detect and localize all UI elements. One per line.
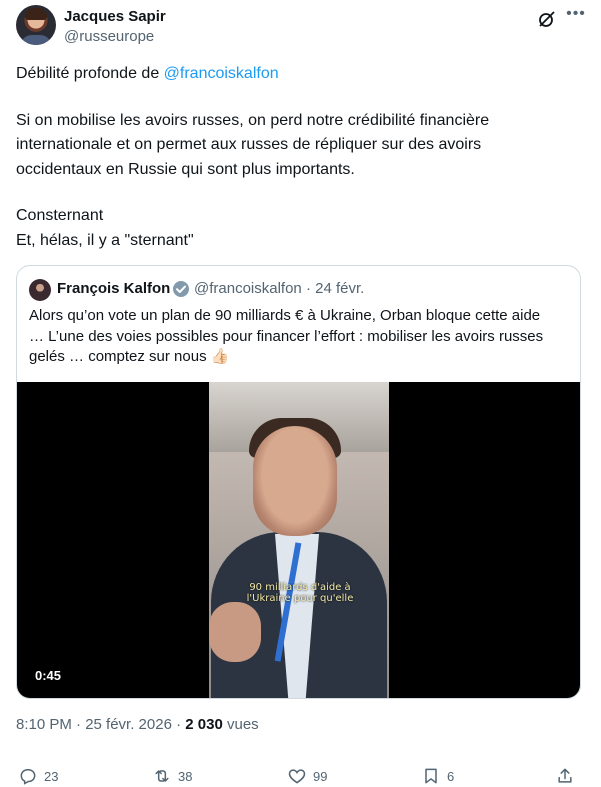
- reply-count: 23: [44, 768, 59, 784]
- quoted-author-name[interactable]: François Kalfon: [57, 280, 170, 297]
- bookmark-icon: [425, 768, 437, 784]
- tweet-text-prefix: Débilité profonde de: [16, 65, 164, 82]
- share-button[interactable]: [555, 764, 575, 787]
- share-icon: [558, 768, 572, 783]
- reply-icon: [20, 769, 36, 785]
- video-caption: 90 milliards d'aide à l'Ukraine pour qu'…: [246, 582, 354, 604]
- verified-badge-icon: [173, 281, 189, 297]
- video-player[interactable]: 90 milliards d'aide à l'Ukraine pour qu'…: [17, 382, 580, 698]
- like-count: 99: [313, 768, 328, 784]
- more-icon[interactable]: •••: [565, 6, 587, 28]
- action-bar: 23 38 99 6: [0, 764, 601, 787]
- tweet-line-1: Débilité profonde de @francoiskalfon: [16, 62, 581, 87]
- quoted-handle-date[interactable]: @francoiskalfon · 24 févr.: [194, 280, 364, 297]
- mention-link[interactable]: @francoiskalfon: [164, 65, 279, 82]
- repost-count: 38: [178, 768, 193, 784]
- video-frame: [209, 382, 389, 698]
- author-avatar[interactable]: [16, 5, 56, 45]
- heart-icon: [288, 769, 306, 784]
- views-label: vues: [222, 716, 259, 733]
- quoted-tweet[interactable]: François Kalfon @francoiskalfon · 24 fév…: [16, 265, 581, 699]
- author-handle[interactable]: @russeurope: [64, 28, 154, 45]
- tweet-paragraph-2: Si on mobilise les avoirs russes, on per…: [16, 111, 490, 178]
- quoted-author-avatar[interactable]: [29, 279, 51, 301]
- tweet-header: Jacques Sapir @russeurope •••: [16, 5, 586, 49]
- bookmark-count: 6: [447, 768, 455, 784]
- tweet-paragraph-3: Consternant Et, hélas, il y a "sternant": [16, 207, 194, 249]
- timestamp[interactable]: 8:10 PM · 25 févr. 2026 ·: [16, 716, 185, 733]
- repost-icon: [155, 770, 169, 782]
- grok-icon[interactable]: [537, 9, 557, 29]
- tweet-text: Débilité profonde de @francoiskalfon Si …: [16, 62, 581, 253]
- like-button[interactable]: 99: [287, 764, 327, 787]
- video-duration: 0:45: [29, 667, 68, 685]
- reply-button[interactable]: 23: [18, 764, 58, 787]
- tweet-meta: 8:10 PM · 25 févr. 2026 · 2 030 vues: [16, 716, 259, 733]
- views-count: 2 030: [185, 716, 223, 733]
- bookmark-button[interactable]: 6: [421, 764, 454, 787]
- author-name[interactable]: Jacques Sapir: [64, 8, 166, 25]
- quoted-text: Alors qu’on vote un plan de 90 milliards…: [29, 307, 544, 365]
- repost-button[interactable]: 38: [152, 764, 192, 787]
